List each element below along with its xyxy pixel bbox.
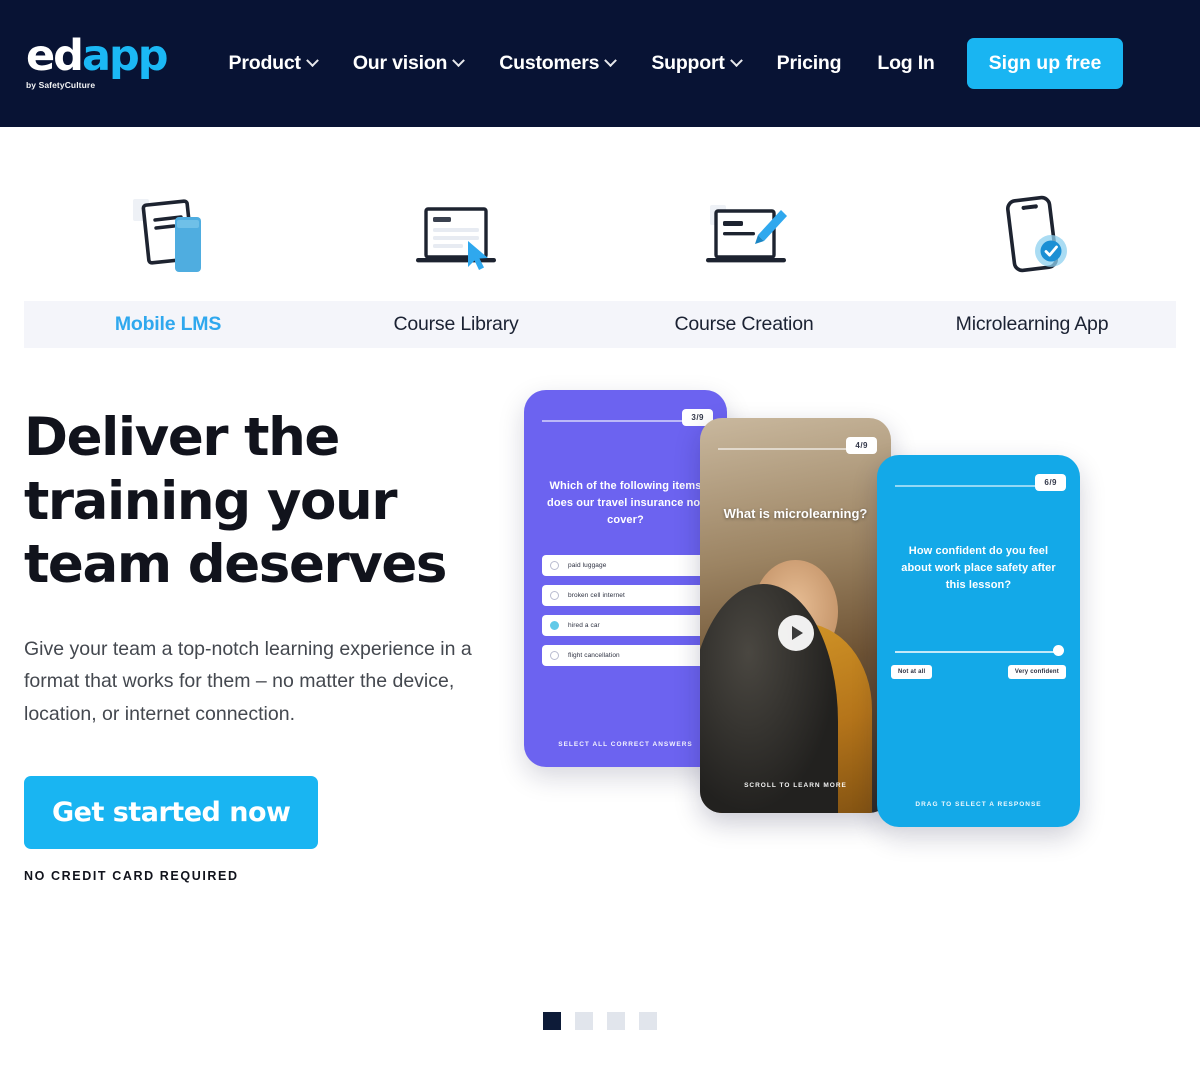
quiz-option-label: paid luggage	[568, 562, 607, 569]
slider-labels: Not at all Very confident	[891, 665, 1066, 679]
survey-counter-badge: 6/9	[1035, 474, 1066, 491]
carousel-dot-2[interactable]	[575, 1012, 593, 1030]
survey-question: How confident do you feel about work pla…	[901, 545, 1056, 592]
quiz-option-label: flight cancellation	[568, 652, 620, 659]
page-title: Deliver the training your team deserves	[24, 406, 524, 597]
hero-title-line-3: team deserves	[24, 534, 447, 596]
carousel-dot-4[interactable]	[639, 1012, 657, 1030]
sign-up-free-button[interactable]: Sign up free	[966, 38, 1124, 89]
site-header: edapp by SafetyCulture Product Our visio…	[0, 0, 1200, 127]
survey-card[interactable]: 6/9 How confident do you feel about work…	[877, 455, 1080, 827]
main-navigation: Product Our vision Customers Support Pri…	[211, 38, 1176, 89]
nav-label: Log In	[877, 52, 935, 74]
play-icon[interactable]	[777, 615, 814, 651]
nav-label: Product	[228, 52, 301, 74]
slider-min-label: Not at all	[891, 665, 933, 679]
nav-item-product[interactable]: Product	[211, 44, 335, 83]
quiz-question: Which of the following items does our tr…	[547, 480, 704, 527]
phone-check-icon	[989, 187, 1075, 279]
hero-title-line-1: Deliver the	[24, 407, 340, 468]
no-credit-card-note: NO CREDIT CARD REQUIRED	[24, 868, 239, 883]
nav-label: Our vision	[352, 52, 448, 74]
nav-item-log-in[interactable]: Log In	[859, 44, 952, 83]
quiz-instruction: SELECT ALL CORRECT ANSWERS	[558, 741, 693, 748]
radio-icon-selected[interactable]	[550, 621, 559, 630]
survey-instruction: DRAG TO SELECT A RESPONSE	[915, 801, 1042, 808]
tab-course-library[interactable]: Course Library	[312, 313, 600, 336]
product-tabs-section: Mobile LMS Course Library Course Creatio…	[0, 127, 1200, 348]
nav-item-support[interactable]: Support	[633, 44, 758, 83]
radio-icon[interactable]	[550, 561, 559, 570]
quiz-option[interactable]: flight cancellation	[542, 645, 709, 666]
tab-icon-course-creation[interactable]	[600, 187, 888, 279]
tab-icon-microlearning-app[interactable]	[888, 187, 1176, 279]
laptop-pen-icon	[696, 187, 792, 279]
radio-icon[interactable]	[550, 651, 559, 660]
video-card[interactable]: 4/9 What is microlearning? SCROLL TO LEA…	[700, 418, 891, 813]
tab-mobile-lms[interactable]: Mobile LMS	[24, 313, 312, 336]
slider-max-label: Very confident	[1007, 665, 1066, 679]
chevron-down-icon	[729, 54, 743, 68]
video-title: What is microlearning?	[723, 506, 868, 521]
tab-icons-row	[0, 187, 1200, 279]
carousel-dots	[0, 1012, 1200, 1030]
tab-course-creation[interactable]: Course Creation	[600, 313, 888, 336]
quiz-options: paid luggage broken cell internet hired …	[542, 555, 709, 675]
play-triangle	[791, 626, 803, 640]
logo[interactable]: edapp by SafetyCulture	[26, 35, 169, 90]
tab-labels-bar: Mobile LMS Course Library Course Creatio…	[24, 301, 1176, 348]
hero-content: Deliver the training your team deserves …	[24, 390, 524, 883]
document-phone-icon	[122, 187, 214, 279]
logo-text-ed: ed	[26, 31, 84, 82]
nav-label: Pricing	[776, 52, 842, 74]
laptop-cursor-icon	[408, 187, 504, 279]
chevron-down-icon	[452, 54, 466, 68]
chevron-down-icon	[305, 54, 319, 68]
carousel-dot-3[interactable]	[607, 1012, 625, 1030]
nav-label: Support	[651, 52, 725, 74]
logo-wordmark: edapp	[26, 35, 169, 78]
quiz-option-label: broken cell internet	[568, 592, 625, 599]
video-counter-badge: 4/9	[846, 437, 877, 454]
tab-icon-course-library[interactable]	[312, 187, 600, 279]
quiz-option[interactable]: paid luggage	[542, 555, 709, 576]
chevron-down-icon	[604, 54, 618, 68]
video-instruction: SCROLL TO LEARN MORE	[744, 782, 847, 789]
nav-item-our-vision[interactable]: Our vision	[335, 44, 481, 83]
quiz-option[interactable]: hired a car	[542, 615, 709, 636]
quiz-option-label: hired a car	[568, 622, 600, 629]
confidence-slider[interactable]	[895, 651, 1062, 653]
quiz-option[interactable]: broken cell internet	[542, 585, 709, 606]
quiz-card[interactable]: 3/9 Which of the following items does ou…	[524, 390, 727, 767]
logo-text-app: app	[81, 31, 169, 82]
tab-microlearning-app[interactable]: Microlearning App	[888, 313, 1176, 336]
logo-tagline: by SafetyCulture	[26, 79, 96, 90]
nav-item-customers[interactable]: Customers	[481, 44, 633, 83]
nav-item-pricing[interactable]: Pricing	[759, 44, 860, 83]
radio-icon[interactable]	[550, 591, 559, 600]
hero-mockups: 3/9 Which of the following items does ou…	[524, 390, 1176, 860]
get-started-button[interactable]: Get started now	[24, 775, 319, 849]
hero-section: Deliver the training your team deserves …	[0, 348, 1200, 883]
hero-subtitle: Give your team a top-notch learning expe…	[24, 637, 472, 725]
nav-label: Customers	[499, 52, 600, 74]
hero-title-line-2: training your	[24, 470, 397, 532]
tab-icon-mobile-lms[interactable]	[24, 187, 312, 279]
slider-handle[interactable]	[1053, 645, 1064, 656]
carousel-dot-1[interactable]	[543, 1012, 561, 1030]
